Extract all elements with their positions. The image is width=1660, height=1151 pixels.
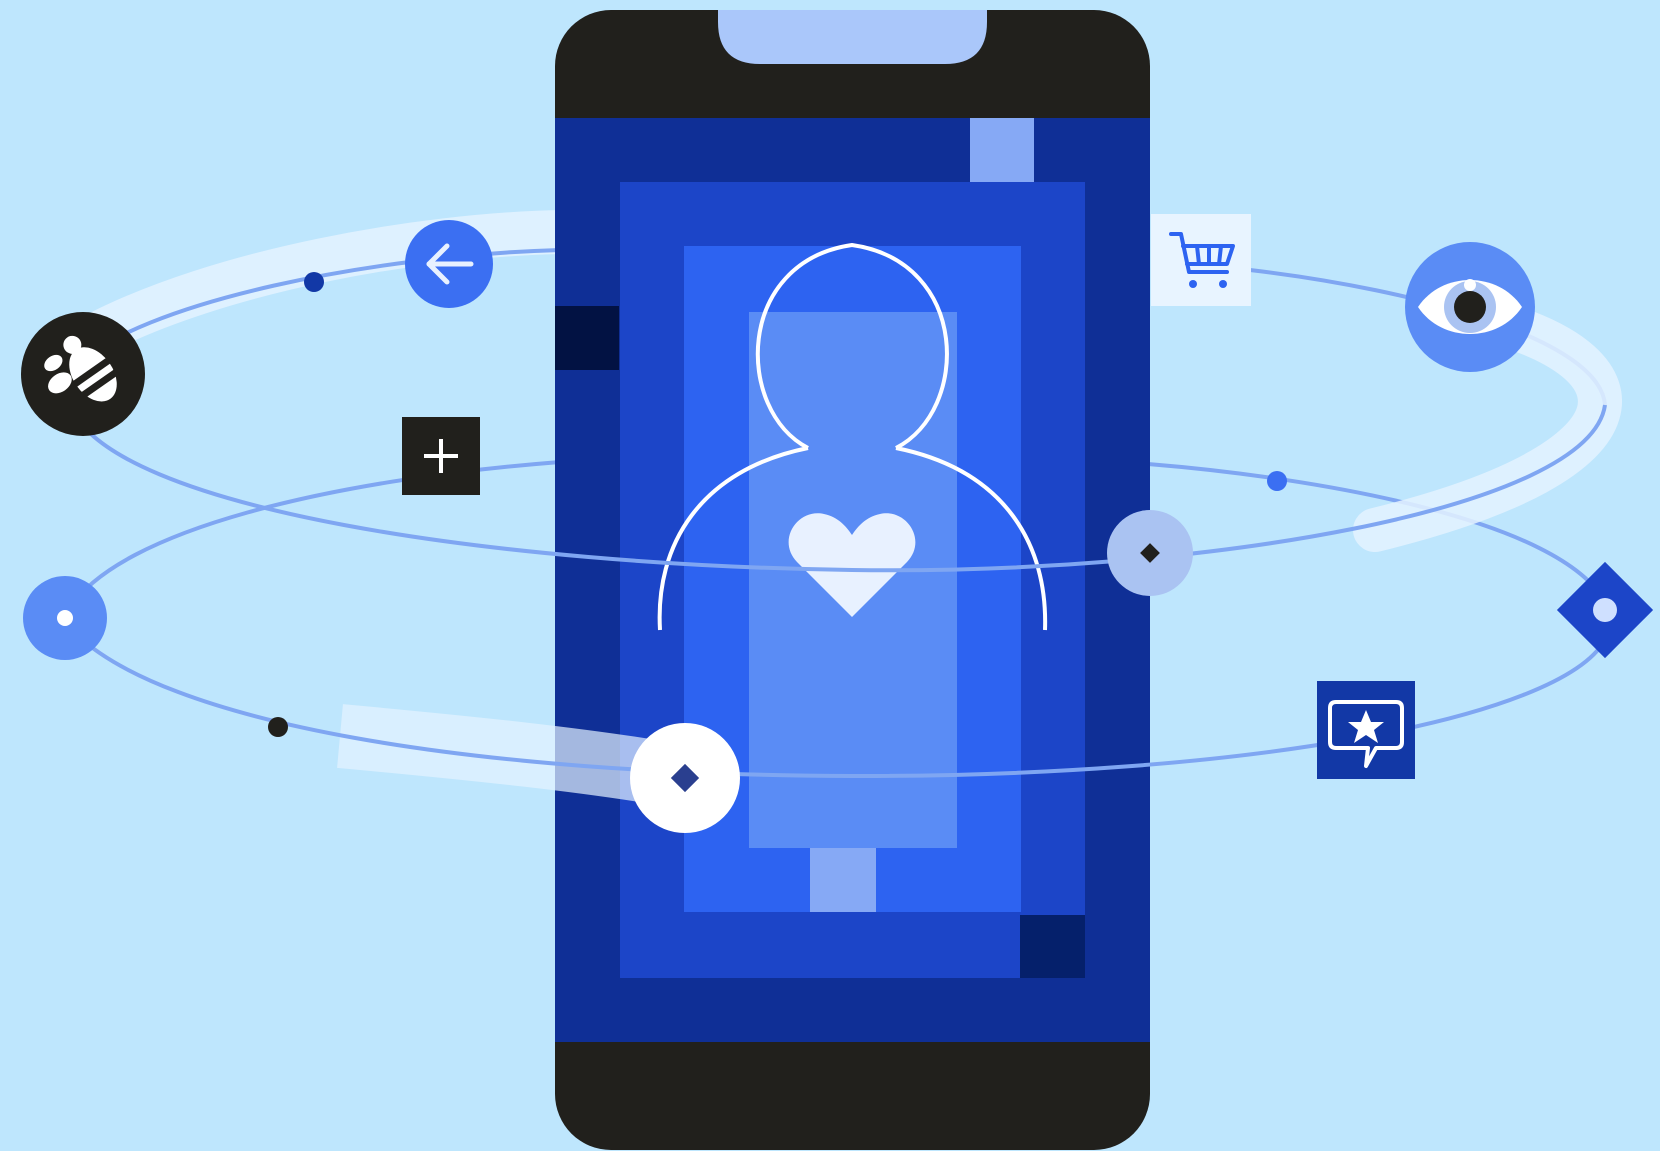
screen-accent-bottom-dark bbox=[1020, 915, 1085, 978]
orbit-dot-blue bbox=[1267, 471, 1287, 491]
eye-pupil bbox=[1454, 291, 1486, 323]
bee-badge bbox=[21, 312, 145, 436]
screen-accent-bottom-light bbox=[810, 848, 876, 912]
orbit-dot-navy bbox=[304, 272, 324, 292]
plus-badge bbox=[402, 417, 480, 495]
illustration-scene bbox=[0, 0, 1660, 1151]
orbit-dot-black bbox=[268, 717, 288, 737]
phone-orbit-illustration bbox=[0, 0, 1660, 1151]
screen-accent-top bbox=[970, 118, 1034, 182]
back-arrow-badge bbox=[405, 220, 493, 308]
screen-accent-dark bbox=[555, 306, 619, 370]
eye-badge bbox=[1405, 242, 1535, 372]
white-diamond-node bbox=[630, 723, 740, 833]
cart-badge bbox=[1151, 214, 1251, 306]
cart-wheel-left bbox=[1189, 280, 1197, 288]
pale-diamond-node bbox=[1107, 510, 1193, 596]
person-head-fill bbox=[749, 312, 957, 392]
phone bbox=[555, 10, 1150, 1150]
eye-highlight bbox=[1464, 279, 1476, 291]
phone-notch bbox=[718, 10, 987, 64]
star-chat-badge bbox=[1317, 681, 1415, 779]
node-dot-icon bbox=[57, 610, 73, 626]
cart-wheel-right bbox=[1219, 280, 1227, 288]
person-body-fill bbox=[749, 390, 957, 848]
cart-square bbox=[1151, 214, 1251, 306]
left-node bbox=[23, 576, 107, 660]
right-diamond-dot bbox=[1593, 598, 1617, 622]
